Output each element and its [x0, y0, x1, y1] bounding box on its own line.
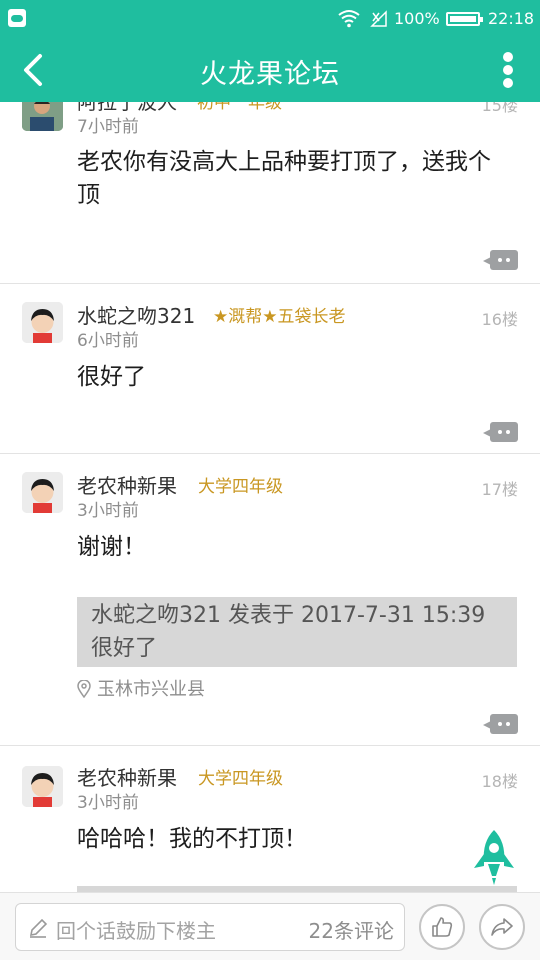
- reply-content: 很好了: [77, 364, 146, 390]
- comment-bubble-icon[interactable]: [483, 422, 518, 442]
- user-rank: ★溉帮★五袋长老: [213, 307, 346, 327]
- post-time: 7小时前: [77, 117, 139, 137]
- like-button[interactable]: [419, 904, 465, 950]
- post-time: 3小时前: [77, 501, 139, 521]
- signal-icon: [370, 10, 387, 27]
- battery-icon: [446, 12, 483, 26]
- reply-content: 哈哈哈！我的不打顶！: [77, 826, 307, 852]
- share-icon: [491, 918, 513, 936]
- reply-list[interactable]: 阿拉宁波人 初中一年级 7小时前 15楼 老农你有没高大上品种要打顶了，送我个顶…: [0, 102, 540, 892]
- avatar[interactable]: [22, 766, 63, 807]
- pen-icon: [29, 918, 48, 938]
- app-header: 火龙果论坛: [0, 38, 540, 102]
- battery-percent: 100%: [394, 9, 440, 28]
- comment-bubble-icon[interactable]: [483, 250, 518, 270]
- avatar[interactable]: [22, 302, 63, 343]
- post-time: 6小时前: [77, 331, 139, 351]
- floor-number: 15楼: [481, 102, 518, 115]
- floor-number: 18楼: [481, 772, 518, 791]
- comment-count[interactable]: 22条评论: [309, 915, 394, 944]
- comment-bubble-icon[interactable]: [483, 714, 518, 734]
- reply-input[interactable]: 回个话鼓励下楼主 22条评论: [15, 903, 405, 951]
- clock: 22:18: [488, 9, 535, 28]
- quoted-reply[interactable]: 水蛇之吻321 发表于 2017-7-31 15:39 很好了: [77, 597, 517, 667]
- username[interactable]: 水蛇之吻321: [77, 300, 195, 329]
- rocket-icon[interactable]: [470, 828, 518, 886]
- floor-number: 17楼: [481, 480, 518, 499]
- reply-content: 谢谢！: [77, 534, 146, 560]
- page-title: 火龙果论坛: [200, 59, 340, 90]
- quote-header: 水蛇之吻321 发表于 2017-7-31 15:39: [91, 603, 486, 628]
- username[interactable]: 老农种新果: [77, 762, 177, 791]
- reply-item: 老农种新果 大学四年级 3小时前 18楼 哈哈哈！我的不打顶！: [0, 746, 540, 892]
- wifi-icon: [338, 10, 360, 28]
- bottom-bar: 回个话鼓励下楼主 22条评论: [0, 892, 540, 960]
- status-bar: 100% 22:18: [0, 0, 540, 38]
- more-vertical-icon[interactable]: [496, 50, 520, 90]
- reply-item: 老农种新果 大学四年级 3小时前 17楼 谢谢！ 水蛇之吻321 发表于 201…: [0, 454, 540, 746]
- reply-placeholder: 回个话鼓励下楼主: [56, 919, 216, 943]
- thumbs-up-icon: [432, 917, 453, 937]
- reply-item: 水蛇之吻321 ★溉帮★五袋长老 6小时前 16楼 很好了: [0, 284, 540, 454]
- avatar[interactable]: [22, 102, 63, 131]
- floor-number: 16楼: [481, 310, 518, 329]
- post-time: 3小时前: [77, 793, 139, 813]
- location: 玉林市兴业县: [77, 675, 205, 701]
- reply-content: 老农你有没高大上品种要打顶了，送我个顶: [77, 149, 491, 208]
- share-button[interactable]: [479, 904, 525, 950]
- avatar[interactable]: [22, 472, 63, 513]
- location-pin-icon: [77, 680, 91, 698]
- user-rank: 大学四年级: [198, 769, 283, 789]
- location-text: 玉林市兴业县: [97, 679, 205, 700]
- weather-app-icon: [8, 9, 26, 27]
- username[interactable]: 老农种新果: [77, 470, 177, 499]
- user-rank: 大学四年级: [198, 477, 283, 497]
- reply-item: 阿拉宁波人 初中一年级 7小时前 15楼 老农你有没高大上品种要打顶了，送我个顶: [0, 102, 540, 284]
- user-rank: 初中一年级: [197, 102, 282, 113]
- quote-text: 很好了: [91, 636, 158, 661]
